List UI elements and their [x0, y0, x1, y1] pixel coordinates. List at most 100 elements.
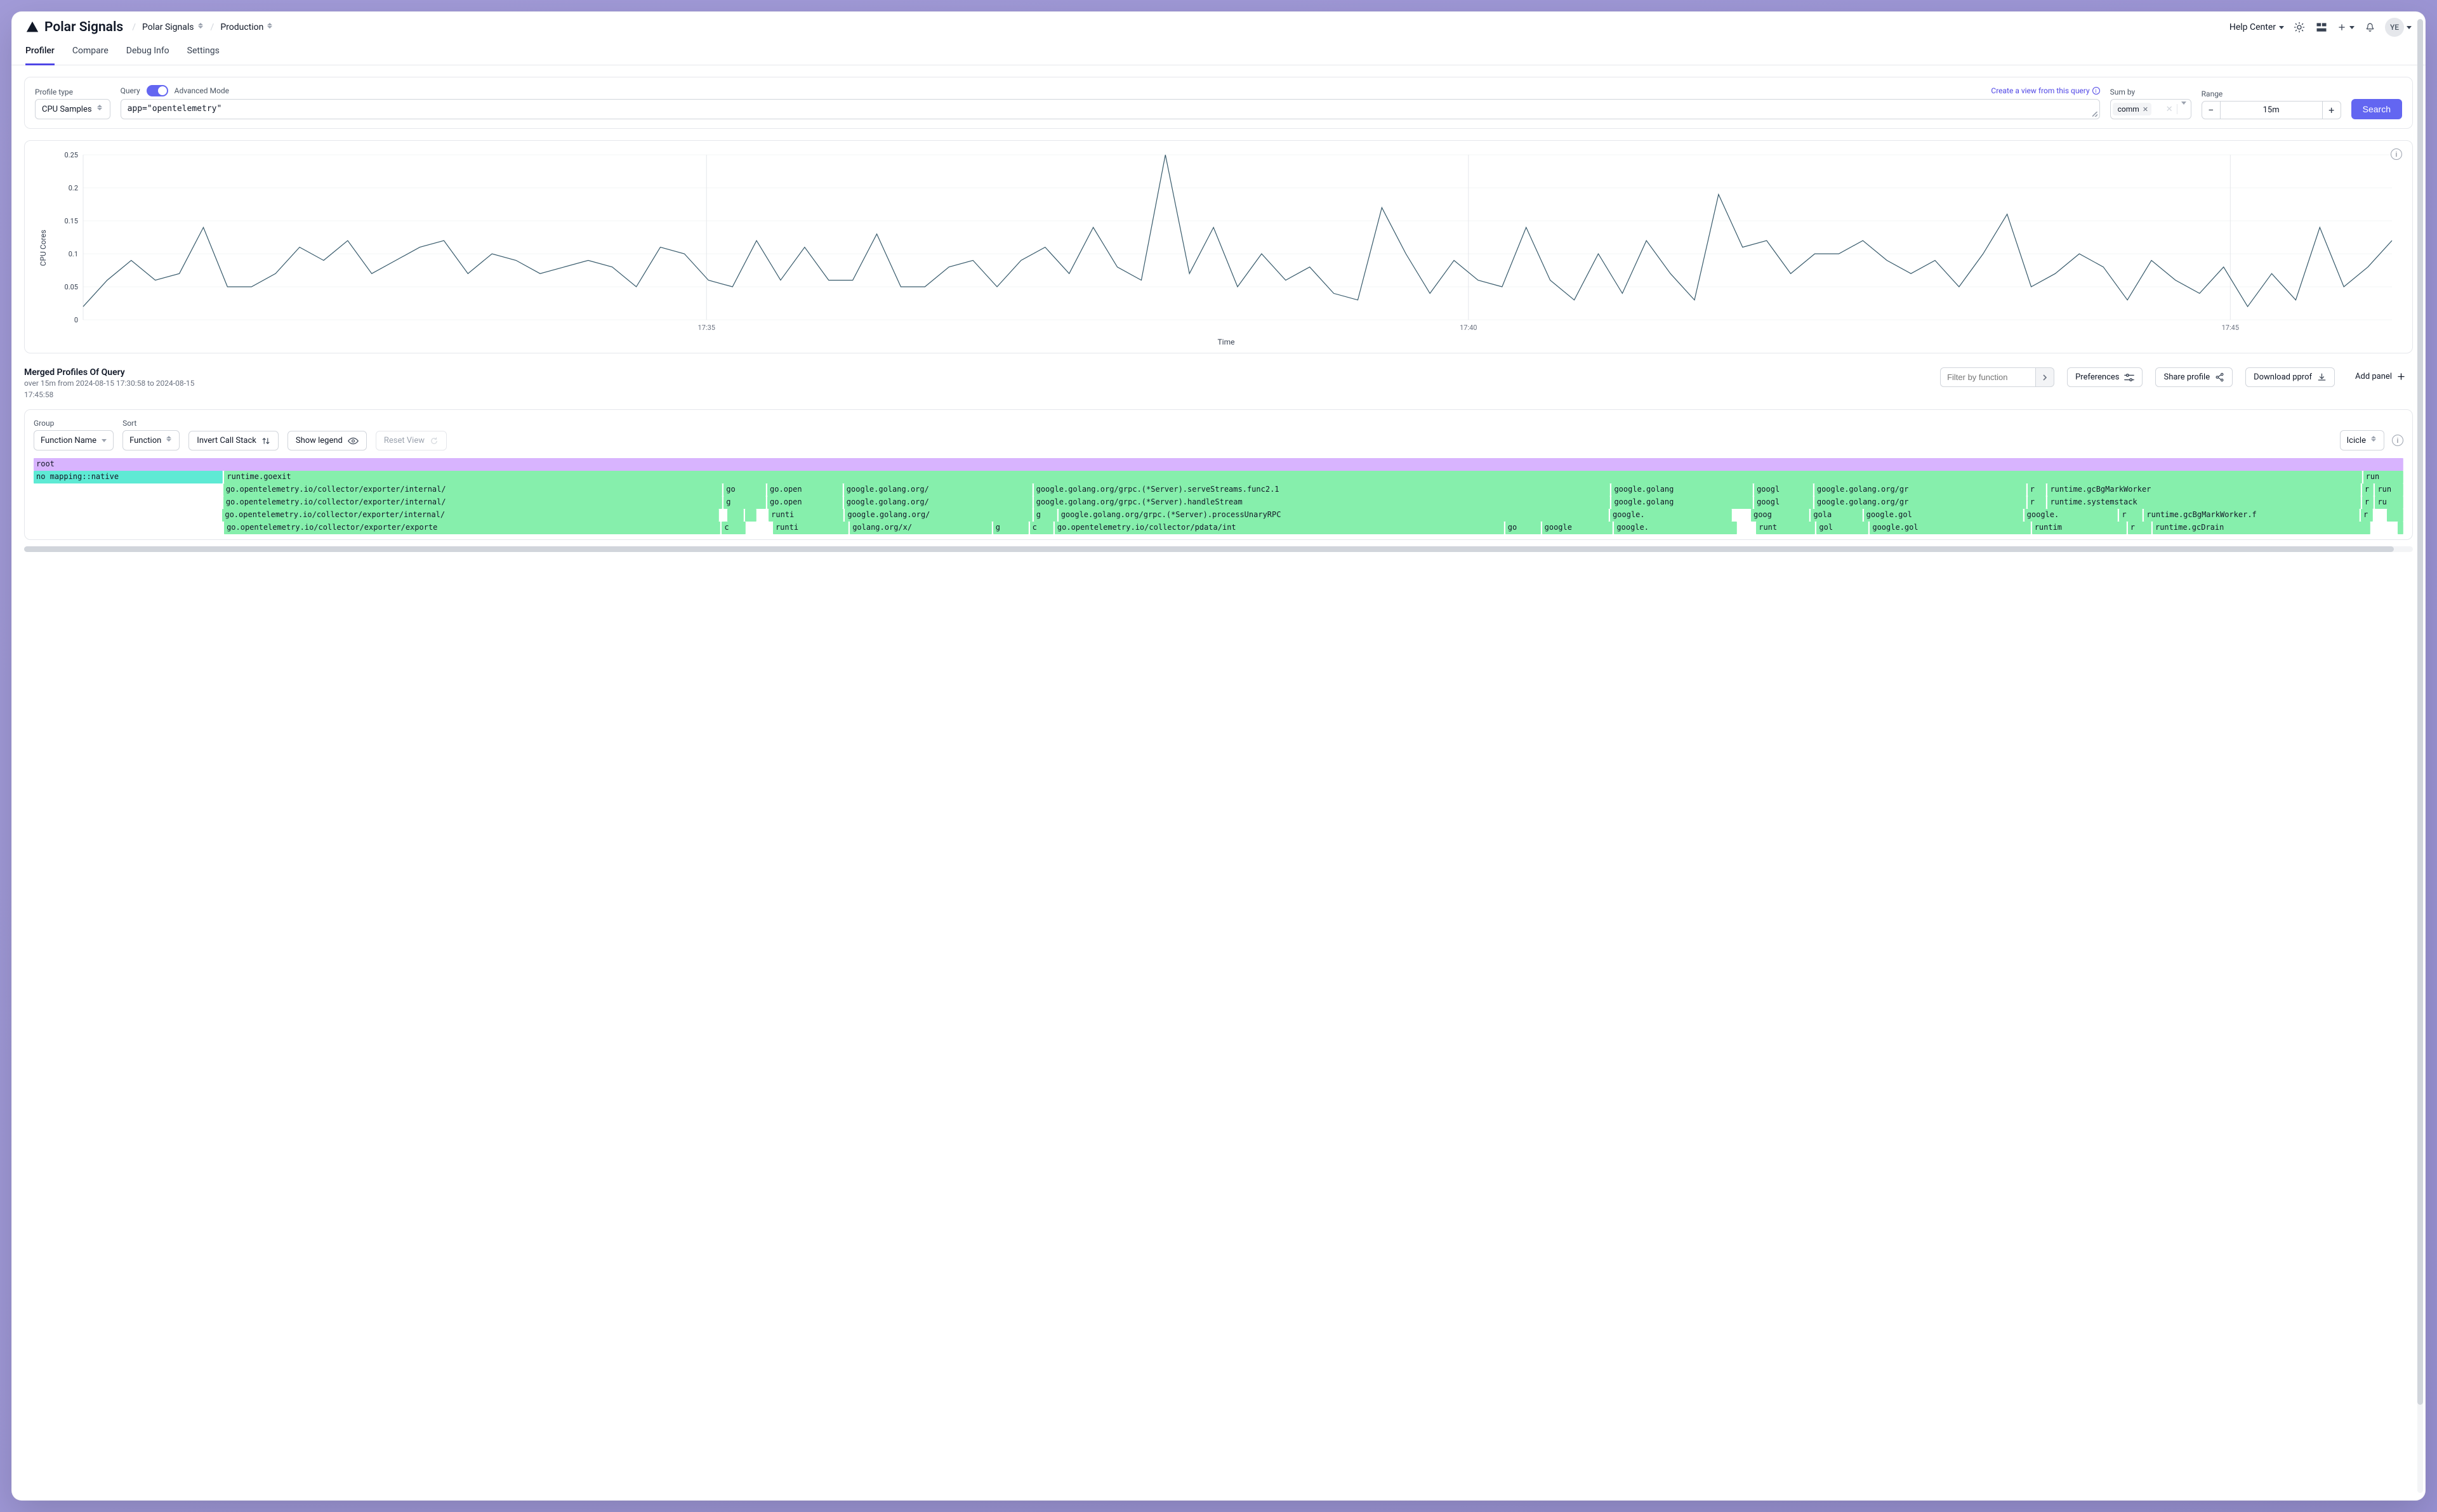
- theme-toggle-button[interactable]: [2293, 21, 2306, 34]
- flame-cell[interactable]: google.gol: [1864, 509, 2023, 522]
- flame-cell[interactable]: r: [2362, 483, 2374, 496]
- sum-by-select[interactable]: comm ✕ ✕: [2110, 99, 2191, 119]
- reset-view-button[interactable]: Reset View: [376, 431, 447, 450]
- flame-cell[interactable]: runtime.gcDrain: [2153, 522, 2370, 534]
- create-button[interactable]: [2337, 23, 2354, 32]
- flame-cell[interactable]: no mapping::native: [34, 471, 223, 483]
- notifications-button[interactable]: [2363, 21, 2376, 34]
- flame-cell[interactable]: r: [2362, 496, 2374, 509]
- flame-cell[interactable]: [2387, 509, 2403, 522]
- show-legend-button[interactable]: Show legend: [287, 431, 367, 450]
- flame-cell[interactable]: g: [1034, 509, 1057, 522]
- flame-cell[interactable]: google.golang.org/: [845, 509, 1032, 522]
- flame-cell[interactable]: runtim: [2032, 522, 2127, 534]
- advanced-mode-toggle[interactable]: [147, 85, 168, 96]
- flame-cell[interactable]: r: [2119, 509, 2143, 522]
- flame-cell[interactable]: go.open: [767, 483, 843, 496]
- flame-cell[interactable]: go.open: [767, 496, 843, 509]
- flame-cell[interactable]: gol: [1816, 522, 1868, 534]
- flamegraph[interactable]: rootno mapping::nativeruntime.goexitrung…: [34, 458, 2403, 534]
- help-center-button[interactable]: Help Center: [2229, 22, 2284, 32]
- search-button[interactable]: Search: [2351, 99, 2402, 119]
- flame-cell[interactable]: ru: [2375, 496, 2403, 509]
- flame-cell[interactable]: runtime.systemstack: [2047, 496, 2360, 509]
- flame-cell[interactable]: google.golang.org/grpc.(*Server).process…: [1059, 509, 1609, 522]
- flame-cell[interactable]: root: [34, 458, 2403, 471]
- flame-cell[interactable]: google.golang.org/: [844, 483, 1033, 496]
- flame-cell[interactable]: c: [1030, 522, 1053, 534]
- flame-cell[interactable]: gola: [1811, 509, 1862, 522]
- flame-cell[interactable]: google.: [1614, 522, 1737, 534]
- flame-cell[interactable]: go.opentelemetry.io/collector/exporter/i…: [222, 509, 718, 522]
- flame-cell[interactable]: go.opentelemetry.io/collector/exporter/i…: [223, 496, 722, 509]
- flame-cell[interactable]: go.opentelemetry.io/collector/exporter/e…: [224, 522, 720, 534]
- tab-profiler[interactable]: Profiler: [25, 41, 55, 65]
- flame-cell[interactable]: [2398, 522, 2403, 534]
- flame-cell[interactable]: googl: [1754, 496, 1813, 509]
- flame-cell[interactable]: google.golang.org/gr: [1814, 483, 2026, 496]
- feedback-button[interactable]: [2315, 21, 2328, 34]
- flame-cell[interactable]: google.golang: [1611, 496, 1753, 509]
- flame-cell[interactable]: runtime.gcBgMarkWorker: [2047, 483, 2360, 496]
- flame-cell[interactable]: google.golang.org/grpc.(*Server).handleS…: [1034, 496, 1611, 509]
- flame-cell[interactable]: [727, 509, 744, 522]
- tab-debug-info[interactable]: Debug Info: [126, 41, 169, 65]
- flame-cell[interactable]: go: [1505, 522, 1541, 534]
- range-increase-button[interactable]: +: [2322, 101, 2341, 119]
- flame-cell[interactable]: g: [993, 522, 1029, 534]
- remove-chip-icon[interactable]: ✕: [2143, 105, 2148, 114]
- flame-cell[interactable]: [745, 509, 757, 522]
- share-profile-button[interactable]: Share profile: [2155, 367, 2233, 387]
- flame-cell[interactable]: run: [2363, 471, 2403, 483]
- sort-select[interactable]: Function: [122, 430, 180, 450]
- flame-cell[interactable]: r: [2028, 496, 2047, 509]
- group-select[interactable]: Function Name: [34, 430, 114, 450]
- horizontal-scrollbar-thumb[interactable]: [24, 546, 2394, 552]
- flame-cell[interactable]: runti: [773, 522, 849, 534]
- flame-cell[interactable]: google: [1542, 522, 1613, 534]
- filter-input[interactable]: [1940, 367, 2035, 387]
- dropdown-icon[interactable]: [2181, 105, 2186, 114]
- flame-cell[interactable]: google.golang.org/grpc.(*Server).serveSt…: [1034, 483, 1611, 496]
- create-view-link[interactable]: Create a view from this query i: [1991, 86, 2099, 95]
- filter-submit-button[interactable]: [2035, 367, 2054, 387]
- add-panel-button[interactable]: Add panel: [2348, 367, 2413, 386]
- vertical-scrollbar-thumb[interactable]: [2417, 19, 2423, 1405]
- tab-settings[interactable]: Settings: [187, 41, 220, 65]
- clear-all-icon[interactable]: ✕: [2166, 105, 2173, 114]
- breadcrumb-org[interactable]: Polar Signals: [142, 22, 204, 32]
- logo[interactable]: Polar Signals: [25, 20, 123, 35]
- flame-info-button[interactable]: i: [2392, 435, 2403, 446]
- sum-by-chip[interactable]: comm ✕: [2113, 103, 2151, 115]
- vertical-scrollbar[interactable]: [2417, 19, 2423, 1493]
- flame-cell[interactable]: runti: [769, 509, 843, 522]
- horizontal-scrollbar[interactable]: [24, 546, 2413, 552]
- flame-cell[interactable]: g: [723, 496, 766, 509]
- flame-cell[interactable]: runt: [1756, 522, 1815, 534]
- flame-cell[interactable]: google.gol: [1870, 522, 2030, 534]
- flame-cell[interactable]: runtime.gcBgMarkWorker.f: [2144, 509, 2360, 522]
- query-input[interactable]: app="opentelemetry": [121, 99, 2100, 119]
- flame-cell[interactable]: go.opentelemetry.io/collector/exporter/i…: [223, 483, 722, 496]
- chart-info-button[interactable]: i: [2391, 148, 2402, 160]
- flame-cell[interactable]: go.opentelemetry.io/collector/pdata/int: [1055, 522, 1504, 534]
- flame-cell[interactable]: c: [722, 522, 745, 534]
- flame-cell[interactable]: r: [2361, 509, 2373, 522]
- flame-cell[interactable]: run: [2375, 483, 2403, 496]
- flame-cell[interactable]: google.golang.org/: [844, 496, 1033, 509]
- flame-cell[interactable]: google.: [1610, 509, 1732, 522]
- flame-cell[interactable]: goog: [1751, 509, 1809, 522]
- range-decrease-button[interactable]: −: [2202, 101, 2221, 119]
- flame-cell[interactable]: googl: [1754, 483, 1813, 496]
- flame-cell[interactable]: golang.org/x/: [850, 522, 992, 534]
- avatar[interactable]: YE: [2385, 18, 2404, 37]
- invert-call-stack-button[interactable]: Invert Call Stack: [188, 431, 279, 450]
- breadcrumb-project[interactable]: Production: [220, 22, 274, 32]
- range-value[interactable]: 15m: [2221, 101, 2322, 119]
- chart-canvas[interactable]: 00.050.10.150.20.2517:3517:4017:45: [54, 150, 2398, 334]
- flame-cell[interactable]: google.: [2024, 509, 2118, 522]
- flame-cell[interactable]: runtime.goexit: [224, 471, 2361, 483]
- preferences-button[interactable]: Preferences: [2067, 367, 2143, 387]
- tab-compare[interactable]: Compare: [72, 41, 109, 65]
- flame-cell[interactable]: r: [2128, 522, 2151, 534]
